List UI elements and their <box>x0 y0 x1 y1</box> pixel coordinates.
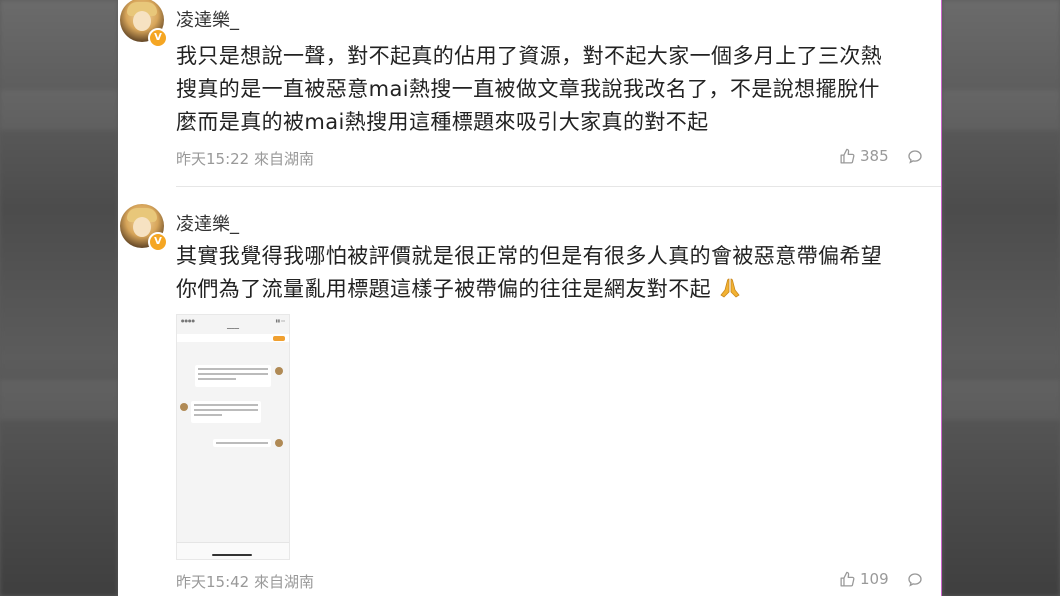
like-button[interactable]: 109 <box>839 570 889 588</box>
timestamp: 昨天15:22 <box>176 150 250 168</box>
username[interactable]: 凌達樂_ <box>176 6 239 32</box>
thumbs-up-icon <box>840 571 855 587</box>
comment-text: 其實我覺得我哪怕被評價就是很正常的但是有很多人真的會被惡意帶偏希望 你們為了流量… <box>176 240 916 306</box>
verified-badge-icon: V <box>148 232 168 252</box>
comment-text-line: 你們為了流量亂用標題這樣子被帶偏的往往是網友對不起 <box>176 277 711 301</box>
comment-bubble-icon[interactable] <box>907 149 923 165</box>
comment-text: 我只是想說一聲，對不起真的佔用了資源，對不起大家一個多月上了三次熱 搜真的是一直… <box>176 40 916 139</box>
verified-badge-icon: V <box>148 28 168 48</box>
comment-text-line: 其實我覺得我哪怕被評價就是很正常的但是有很多人真的會被惡意帶偏希望 <box>176 244 883 268</box>
location: 來自湖南 <box>254 150 315 168</box>
panel-edge-line <box>941 0 942 596</box>
comment-text-line: 我只是想說一聲，對不起真的佔用了資源，對不起大家一個多月上了三次熱 <box>176 44 883 68</box>
comment-meta: 昨天15:42 來自湖南 <box>176 571 314 592</box>
thumbs-up-icon <box>840 148 855 164</box>
comment-text-line: 麼而是真的被mai熱搜用這種標題來吸引大家真的對不起 <box>176 110 709 134</box>
blurred-background-right <box>942 0 1060 596</box>
comment-bubble-icon[interactable] <box>907 572 923 588</box>
divider <box>176 186 941 187</box>
blurred-background-left <box>0 0 118 596</box>
username[interactable]: 凌達樂_ <box>176 210 239 236</box>
pray-icon <box>720 278 740 298</box>
attached-screenshot-image[interactable]: ●●●● ▮▮ ▭ ━━━━━ <box>176 314 290 560</box>
location: 來自湖南 <box>254 573 315 591</box>
timestamp: 昨天15:42 <box>176 573 250 591</box>
comment-text-line: 搜真的是一直被惡意mai熱搜一直被做文章我說我改名了，不是說想擺脫什 <box>176 77 880 101</box>
like-button[interactable]: 385 <box>839 147 889 165</box>
comment-meta: 昨天15:22 來自湖南 <box>176 148 314 169</box>
like-count: 109 <box>860 570 889 588</box>
like-count: 385 <box>860 147 889 165</box>
comment-panel: V 凌達樂_ 我只是想說一聲，對不起真的佔用了資源，對不起大家一個多月上了三次熱… <box>118 0 941 596</box>
